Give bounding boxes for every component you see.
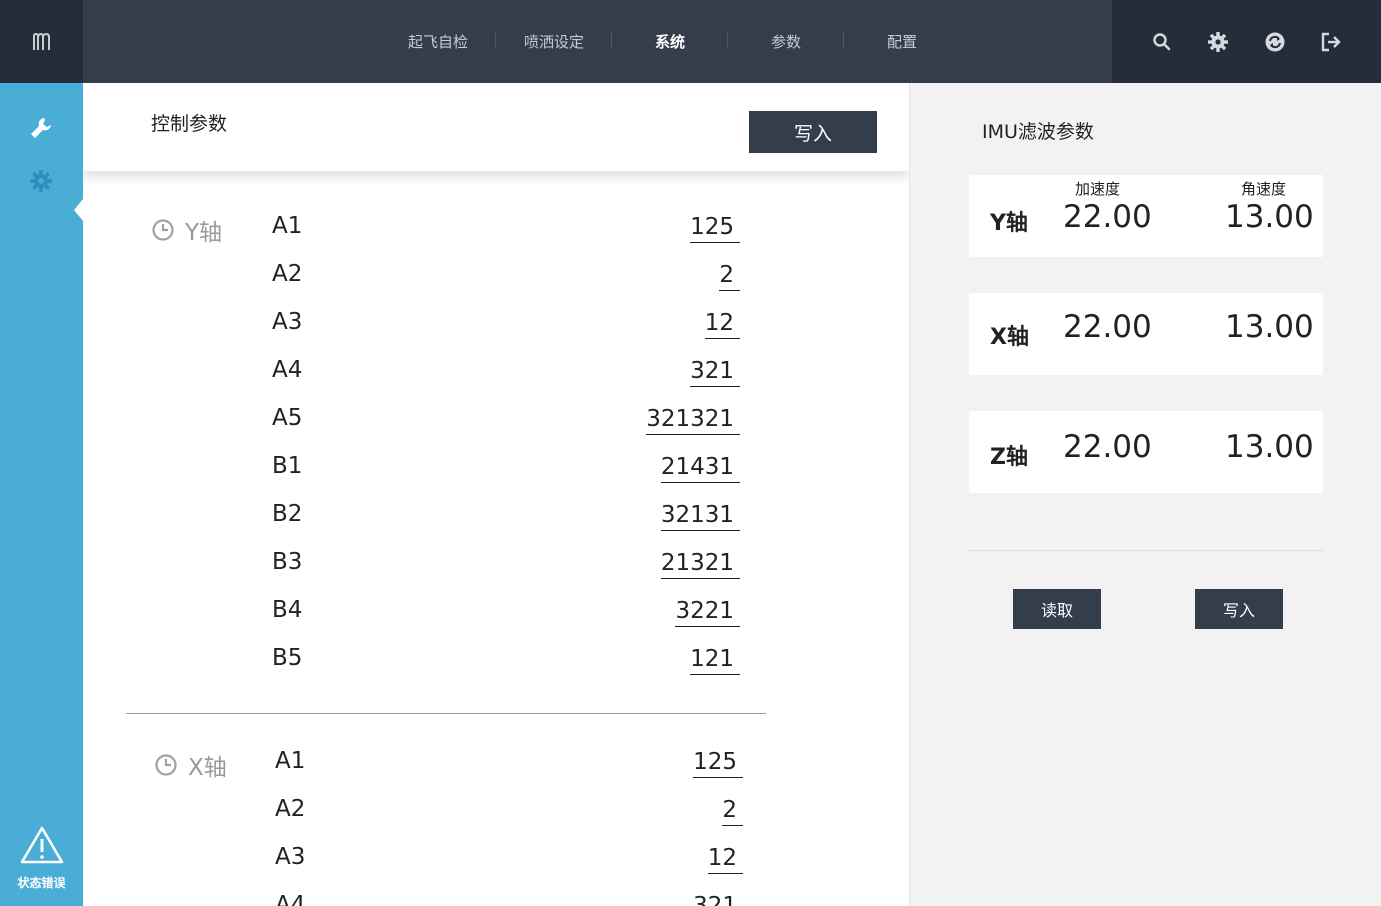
section-divider: [126, 713, 766, 714]
param-name: B4: [272, 597, 303, 623]
warning-icon: [20, 826, 63, 864]
param-name: A4: [275, 892, 306, 906]
param-row: A3 12: [272, 309, 740, 357]
param-row: A4 321: [272, 357, 740, 405]
param-row: B3 21321: [272, 549, 740, 597]
read-button[interactable]: 读取: [1013, 589, 1101, 629]
col-header-accel: 加速度: [1075, 180, 1121, 198]
imu-axis-label: X轴: [990, 325, 1029, 350]
accel-value[interactable]: 22.00: [1063, 309, 1152, 345]
imu-divider: [969, 550, 1323, 551]
param-row: A2 2: [272, 261, 740, 309]
active-pointer: [74, 199, 83, 221]
nav-item-system[interactable]: 系统: [612, 31, 728, 52]
param-row: B2 32131: [272, 501, 740, 549]
param-value-input[interactable]: 125: [690, 213, 740, 243]
clock-icon: [152, 219, 174, 241]
panel-header: 控制参数 写入: [83, 83, 909, 171]
param-value-input[interactable]: 321: [693, 892, 743, 906]
col-header-gyro: 角速度: [1241, 180, 1287, 198]
param-value-input[interactable]: 321: [690, 357, 740, 387]
nav-item-config[interactable]: 配置: [844, 31, 960, 52]
param-value-input[interactable]: 3221: [675, 597, 740, 627]
param-value-input[interactable]: 121: [690, 645, 740, 675]
param-name: B5: [272, 645, 303, 671]
param-name: B2: [272, 501, 303, 527]
search-icon[interactable]: [1149, 29, 1175, 55]
param-row: A4 321: [275, 892, 743, 906]
accel-value[interactable]: 22.00: [1063, 199, 1152, 235]
logout-icon[interactable]: [1318, 29, 1344, 55]
gyro-value[interactable]: 13.00: [1225, 309, 1314, 345]
param-name: A3: [272, 309, 303, 335]
param-value-input[interactable]: 2: [719, 261, 740, 291]
imu-title: IMU滤波参数: [982, 121, 1094, 143]
imu-axis-label: Y轴: [990, 211, 1028, 236]
param-value-input[interactable]: 12: [704, 309, 740, 339]
imu-write-button[interactable]: 写入: [1195, 589, 1283, 629]
axis-label-x: X轴: [154, 748, 227, 782]
param-row: B5 121: [272, 645, 740, 693]
clock-icon: [155, 754, 177, 776]
param-value-input[interactable]: 21431: [660, 453, 740, 483]
nav-item-preflight[interactable]: 起飞自检: [380, 31, 496, 52]
param-name: A3: [275, 844, 306, 870]
param-name: A2: [275, 796, 306, 822]
imu-row-y: 加速度 角速度 Y轴 22.00 13.00: [969, 175, 1323, 257]
gear-icon[interactable]: [1205, 29, 1231, 55]
param-row: A1 125: [272, 213, 740, 261]
param-row: B1 21431: [272, 453, 740, 501]
imu-row-z: Z轴 22.00 13.00: [969, 411, 1323, 493]
imu-row-x: X轴 22.00 13.00: [969, 293, 1323, 375]
logo-icon: [32, 32, 50, 50]
sync-icon[interactable]: [1262, 29, 1288, 55]
param-value-input[interactable]: 12: [707, 844, 743, 874]
param-row: A5 321321: [272, 405, 740, 453]
top-bar: 起飞自检 喷洒设定 系统 参数 配置: [0, 0, 1381, 83]
status-indicator[interactable]: 状态错误: [0, 826, 83, 891]
write-button[interactable]: 写入: [749, 111, 877, 153]
param-value-input[interactable]: 321321: [646, 405, 740, 435]
top-actions: [1112, 0, 1381, 83]
param-row: A3 12: [275, 844, 743, 892]
gear-icon[interactable]: [26, 166, 56, 196]
param-name: A1: [272, 213, 303, 239]
imu-panel: IMU滤波参数 加速度 角速度 Y轴 22.00 13.00 X轴 22.00 …: [909, 83, 1381, 906]
param-name: B1: [272, 453, 303, 479]
param-value-input[interactable]: 21321: [660, 549, 740, 579]
wrench-icon[interactable]: [26, 113, 56, 143]
param-name: A2: [272, 261, 303, 287]
param-name: A5: [272, 405, 303, 431]
gyro-value[interactable]: 13.00: [1225, 199, 1314, 235]
param-row: B4 3221: [272, 597, 740, 645]
logo[interactable]: [0, 0, 83, 83]
nav-item-params[interactable]: 参数: [728, 31, 844, 52]
accel-value[interactable]: 22.00: [1063, 429, 1152, 465]
param-value-input[interactable]: 125: [693, 748, 743, 778]
gyro-value[interactable]: 13.00: [1225, 429, 1314, 465]
axis-label-y: Y轴: [151, 213, 222, 247]
param-name: B3: [272, 549, 303, 575]
param-row: A1 125: [275, 748, 743, 796]
control-params-panel: 控制参数 写入 Y轴 A1 125 A2 2 A3 12 A4 321 A5 321321 B1 21…: [83, 83, 909, 906]
status-label: 状态错误: [17, 876, 66, 890]
main-nav: 起飞自检 喷洒设定 系统 参数 配置: [380, 0, 960, 83]
param-row: A2 2: [275, 796, 743, 844]
param-value-input[interactable]: 32131: [660, 501, 740, 531]
sidebar: 状态错误: [0, 83, 83, 906]
imu-axis-label: Z轴: [990, 445, 1028, 470]
nav-item-spray[interactable]: 喷洒设定: [496, 31, 612, 52]
param-name: A1: [275, 748, 306, 774]
page-title: 控制参数: [151, 113, 228, 135]
param-name: A4: [272, 357, 303, 383]
param-value-input[interactable]: 2: [722, 796, 743, 826]
